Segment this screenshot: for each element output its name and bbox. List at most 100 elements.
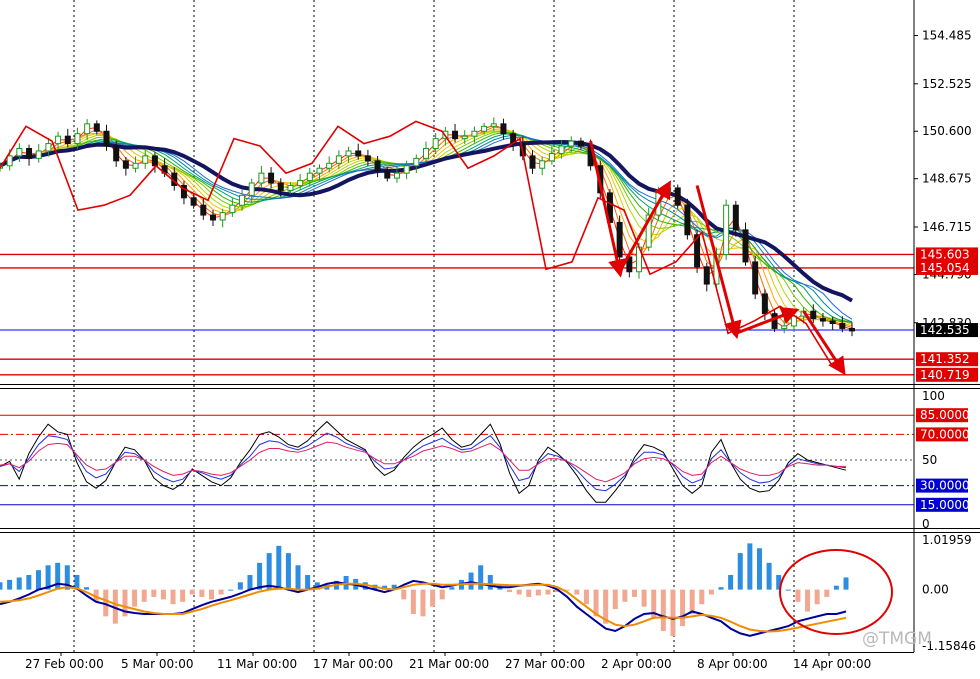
histogram-bar[interactable] <box>574 589 580 595</box>
histogram-bar[interactable] <box>814 589 820 605</box>
histogram-bar[interactable] <box>160 589 166 600</box>
histogram-bar[interactable] <box>795 589 801 602</box>
histogram-bar[interactable] <box>670 589 676 636</box>
candle-body <box>674 187 681 206</box>
histogram-bar[interactable] <box>305 575 311 590</box>
histogram-bar[interactable] <box>189 589 195 595</box>
candle-body <box>471 130 478 137</box>
histogram-bar[interactable] <box>266 553 272 590</box>
candle-body <box>6 155 13 167</box>
histogram-bar[interactable] <box>209 589 214 600</box>
histogram-bar[interactable] <box>237 582 243 590</box>
histogram-bar[interactable] <box>0 582 3 590</box>
histogram-bar[interactable] <box>449 587 455 590</box>
candle-body <box>355 150 362 157</box>
histogram-bar[interactable] <box>728 575 734 590</box>
histogram-bar[interactable] <box>84 587 90 590</box>
candle[interactable] <box>723 199 730 261</box>
candle[interactable] <box>616 215 623 262</box>
histogram-bar[interactable] <box>641 589 647 607</box>
histogram-bar[interactable] <box>55 562 61 590</box>
histogram-bar[interactable] <box>228 589 234 591</box>
chart-canvas[interactable]: 154.485152.525150.600148.675146.715144.7… <box>0 0 980 675</box>
histogram-bar[interactable] <box>478 565 484 590</box>
histogram-bar[interactable] <box>622 589 628 602</box>
histogram-bar[interactable] <box>689 589 695 614</box>
candle-body <box>616 221 623 258</box>
candle-body <box>500 123 507 135</box>
histogram-bar[interactable] <box>660 589 666 631</box>
histogram-bar[interactable] <box>535 589 541 596</box>
candle[interactable] <box>752 255 759 300</box>
histogram-bar[interactable] <box>756 548 762 590</box>
histogram-bar[interactable] <box>132 589 138 607</box>
candle[interactable] <box>684 198 691 240</box>
histogram-bar[interactable] <box>785 589 791 591</box>
histogram-bar[interactable] <box>276 545 282 590</box>
candle-body <box>45 143 52 152</box>
histogram-bar[interactable] <box>430 589 436 607</box>
forex-chart-window[interactable]: 154.485152.525150.600148.675146.715144.7… <box>0 0 980 675</box>
candle-body <box>490 123 497 127</box>
candle-body <box>316 167 323 174</box>
histogram-bar[interactable] <box>247 575 253 590</box>
histogram-bar[interactable] <box>516 589 522 595</box>
osc-level-tag-label: 70.0000 <box>920 427 970 441</box>
histogram-bar[interactable] <box>507 589 513 593</box>
histogram-bar[interactable] <box>257 562 263 590</box>
histogram-bar[interactable] <box>843 577 849 590</box>
histogram-bar[interactable] <box>718 587 724 590</box>
candle[interactable] <box>674 184 681 209</box>
histogram-bar[interactable] <box>16 577 22 590</box>
histogram-bar[interactable] <box>824 589 830 597</box>
histogram-bar[interactable] <box>632 589 637 597</box>
histogram-bar[interactable] <box>26 575 32 590</box>
histogram-bar[interactable] <box>439 589 445 600</box>
candle-body <box>461 135 468 140</box>
histogram-bar[interactable] <box>747 543 753 590</box>
histogram-bar[interactable] <box>545 589 551 595</box>
histogram-bar[interactable] <box>833 585 839 590</box>
histogram-bar[interactable] <box>410 589 416 614</box>
histogram-bar[interactable] <box>295 565 301 590</box>
time-tick-label: 14 Apr 00:00 <box>793 657 871 671</box>
histogram-bar[interactable] <box>468 572 474 590</box>
histogram-bar[interactable] <box>285 553 291 590</box>
price-tick-label: 148.675 <box>922 172 972 186</box>
histogram-bar[interactable] <box>180 589 186 602</box>
histogram-bar[interactable] <box>7 579 13 590</box>
histogram-bar[interactable] <box>583 589 589 605</box>
histogram-bar[interactable] <box>612 589 618 610</box>
candle[interactable] <box>771 310 778 332</box>
histogram-bar[interactable] <box>170 589 176 605</box>
histogram-bar[interactable] <box>151 589 157 597</box>
histogram-bar[interactable] <box>35 570 41 590</box>
osc-tick-label: 100 <box>922 389 945 403</box>
histogram-bar[interactable] <box>420 589 426 617</box>
candle-body <box>297 180 304 186</box>
histogram-bar[interactable] <box>708 589 714 595</box>
candle-body <box>239 194 246 206</box>
candle-body <box>84 123 91 135</box>
histogram-bar[interactable] <box>737 553 743 590</box>
candle-body <box>548 152 555 162</box>
histogram-bar[interactable] <box>199 589 205 597</box>
histogram-bar[interactable] <box>401 589 407 600</box>
candle-body <box>248 182 255 196</box>
candle-body <box>364 155 371 162</box>
histogram-bar[interactable] <box>487 575 493 590</box>
candle-body <box>103 130 110 147</box>
candle-body <box>35 150 42 159</box>
candle-body <box>113 145 120 162</box>
histogram-bar[interactable] <box>699 589 705 605</box>
histogram-bar[interactable] <box>805 589 811 612</box>
histogram-bar[interactable] <box>680 589 686 627</box>
candle-body <box>703 266 710 285</box>
histogram-bar[interactable] <box>766 562 772 590</box>
histogram-bar[interactable] <box>218 589 224 595</box>
time-tick-label: 27 Feb 00:00 <box>25 657 104 671</box>
histogram-bar[interactable] <box>141 589 147 602</box>
candle-body <box>210 214 216 221</box>
histogram-bar[interactable] <box>526 589 532 597</box>
candle-body <box>568 140 575 147</box>
